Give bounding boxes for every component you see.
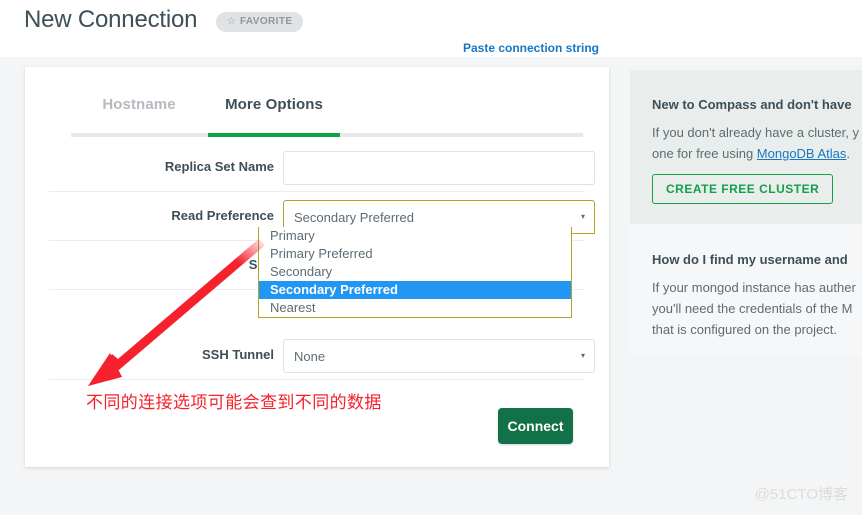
- help-atlas-body-line1: If you don't already have a cluster, y: [652, 125, 859, 140]
- tab-hostname[interactable]: Hostname: [71, 88, 207, 132]
- help-panel-auth: How do I find my username and If your mo…: [630, 225, 862, 355]
- ssh-tunnel-label: SSH Tunnel: [49, 347, 274, 362]
- help-atlas-body-line2-suffix: .: [846, 146, 850, 161]
- ssh-tunnel-select[interactable]: None ▾: [283, 339, 595, 373]
- mongodb-atlas-link[interactable]: MongoDB Atlas: [757, 146, 847, 161]
- replica-set-name-control: [283, 151, 595, 185]
- read-preference-value: Secondary Preferred: [294, 210, 414, 225]
- help-atlas-body: If you don't already have a cluster, y o…: [652, 122, 862, 164]
- form-row-replica-set-name: Replica Set Name: [49, 145, 585, 192]
- connection-tabs: Hostname More Options: [25, 88, 584, 134]
- help-atlas-body-line2-prefix: one for free using: [652, 146, 757, 161]
- chevron-down-icon: ▾: [581, 213, 585, 221]
- read-preference-option[interactable]: Primary Preferred: [259, 245, 571, 263]
- tab-hostname-label: Hostname: [102, 88, 175, 113]
- replica-set-name-input[interactable]: [283, 151, 595, 185]
- read-preference-option[interactable]: Secondary Preferred: [259, 281, 571, 299]
- ssh-tunnel-value: None: [294, 349, 325, 364]
- create-free-cluster-button[interactable]: CREATE FREE CLUSTER: [652, 174, 833, 204]
- watermark: @51CTO博客: [755, 483, 848, 504]
- help-auth-body-line3: that is configured on the project.: [652, 322, 837, 337]
- chevron-down-icon: ▾: [581, 352, 585, 360]
- form-row-ssh-tunnel: SSH Tunnel None ▾: [49, 333, 585, 380]
- read-preference-options-list[interactable]: PrimaryPrimary PreferredSecondarySeconda…: [258, 227, 572, 318]
- active-tab-underline: [208, 133, 340, 137]
- help-auth-body-line1: If your mongod instance has auther: [652, 280, 856, 295]
- annotation-text: 不同的连接选项可能会查到不同的数据: [86, 388, 382, 413]
- help-auth-body-line2: you'll need the credentials of the M: [652, 301, 853, 316]
- page-title: New Connection: [24, 6, 197, 34]
- ssh-tunnel-control: None ▾: [283, 339, 595, 373]
- help-panel-atlas: New to Compass and don't have If you don…: [630, 70, 862, 224]
- ssl-label: SSL: [49, 257, 274, 272]
- read-preference-option[interactable]: Primary: [259, 227, 571, 245]
- replica-set-name-label: Replica Set Name: [49, 159, 274, 174]
- app-header: New Connection ☆ FAVORITE Paste connecti…: [0, 0, 862, 57]
- favorite-badge-label: FAVORITE: [240, 17, 292, 27]
- tab-more-options[interactable]: More Options: [208, 88, 340, 132]
- connect-button[interactable]: Connect: [498, 408, 573, 444]
- read-preference-option[interactable]: Nearest: [259, 299, 571, 317]
- tab-more-options-label: More Options: [225, 88, 323, 113]
- help-auth-title: How do I find my username and: [652, 252, 848, 267]
- paste-connection-string-link[interactable]: Paste connection string: [463, 41, 599, 55]
- favorite-badge[interactable]: ☆ FAVORITE: [216, 12, 303, 32]
- star-icon: ☆: [227, 17, 236, 27]
- help-atlas-title: New to Compass and don't have: [652, 97, 852, 112]
- read-preference-label: Read Preference: [49, 208, 274, 223]
- help-auth-body: If your mongod instance has auther you'l…: [652, 277, 862, 340]
- read-preference-option[interactable]: Secondary: [259, 263, 571, 281]
